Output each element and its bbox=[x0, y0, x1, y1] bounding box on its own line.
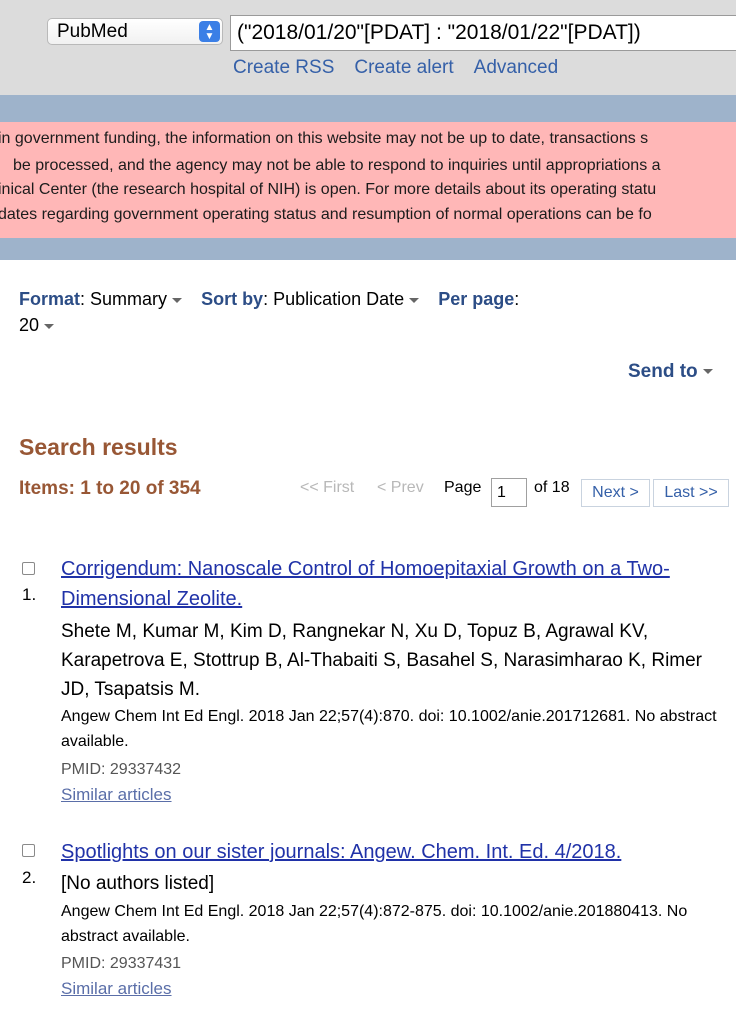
result-authors: Shete M, Kumar M, Kim D, Rangnekar N, Xu… bbox=[61, 621, 703, 700]
alert-line: inical Center (the research hospital of … bbox=[0, 181, 657, 198]
caret-down-icon bbox=[172, 297, 183, 303]
sort-dropdown[interactable]: Sort by: Publication Date bbox=[201, 289, 420, 309]
sort-value: Publication Date bbox=[273, 289, 405, 309]
display-settings: Format: Summary Sort by: Publication Dat… bbox=[19, 286, 579, 338]
results-heading: Search results bbox=[19, 434, 178, 460]
advanced-search-link[interactable]: Advanced bbox=[474, 57, 559, 78]
database-select-value: PubMed bbox=[57, 21, 128, 42]
result-pmid: PMID: 29337432 bbox=[61, 761, 182, 778]
search-input[interactable] bbox=[230, 15, 736, 51]
sort-label: Sort by bbox=[201, 289, 264, 309]
result-citation: Angew Chem Int Ed Engl. 2018 Jan 22;57(4… bbox=[61, 903, 688, 945]
format-label: Format bbox=[19, 289, 81, 309]
create-alert-link[interactable]: Create alert bbox=[354, 57, 453, 78]
perpage-value: 20 bbox=[19, 315, 40, 335]
similar-articles-link[interactable]: Similar articles bbox=[61, 979, 172, 999]
result-title-link[interactable]: Spotlights on our sister journals: Angew… bbox=[61, 837, 726, 867]
caret-down-icon bbox=[702, 369, 713, 375]
send-to-dropdown[interactable]: Send to bbox=[628, 361, 713, 383]
alert-line: dates regarding government operating sta… bbox=[0, 206, 652, 223]
page-label: Page bbox=[444, 479, 482, 496]
page-total: of 18 bbox=[534, 479, 570, 496]
result-checkbox[interactable] bbox=[22, 562, 35, 575]
search-links: Create RSS Create alert Advanced bbox=[233, 57, 578, 79]
prev-page-link: < Prev bbox=[377, 479, 424, 496]
search-bar: PubMed ▲▼ Create RSS Create alert Advanced bbox=[0, 0, 736, 95]
shutdown-alert-banner: in government funding, the information o… bbox=[0, 122, 736, 238]
result-pmid: PMID: 29337431 bbox=[61, 955, 182, 972]
result-authors: [No authors listed] bbox=[61, 873, 215, 894]
send-to-label: Send to bbox=[628, 361, 698, 382]
format-value: Summary bbox=[90, 289, 168, 309]
result-number: 1. bbox=[22, 585, 37, 604]
format-dropdown[interactable]: Format: Summary bbox=[19, 289, 183, 309]
last-page-button[interactable]: Last >> bbox=[653, 479, 729, 507]
header-divider bbox=[0, 95, 736, 122]
page-number-input[interactable] bbox=[491, 478, 527, 507]
caret-down-icon bbox=[409, 297, 420, 303]
result-checkbox[interactable] bbox=[22, 844, 35, 857]
alert-divider bbox=[0, 238, 736, 260]
result-title-link[interactable]: Corrigendum: Nanoscale Control of Homoep… bbox=[61, 554, 726, 614]
result-number: 2. bbox=[22, 868, 37, 887]
create-rss-link[interactable]: Create RSS bbox=[233, 57, 334, 78]
alert-line: be processed, and the agency may not be … bbox=[13, 157, 661, 174]
similar-articles-link[interactable]: Similar articles bbox=[61, 785, 172, 805]
select-arrows-icon: ▲ ▼ bbox=[199, 21, 220, 42]
perpage-label: Per page bbox=[438, 289, 515, 309]
result-citation: Angew Chem Int Ed Engl. 2018 Jan 22;57(4… bbox=[61, 708, 717, 750]
alert-line: in government funding, the information o… bbox=[0, 130, 649, 147]
next-page-button[interactable]: Next > bbox=[581, 479, 650, 507]
items-count: Items: 1 to 20 of 354 bbox=[19, 478, 201, 499]
first-page-link: << First bbox=[300, 479, 355, 496]
caret-down-icon bbox=[44, 323, 55, 329]
database-select[interactable]: PubMed ▲ ▼ bbox=[47, 18, 223, 45]
